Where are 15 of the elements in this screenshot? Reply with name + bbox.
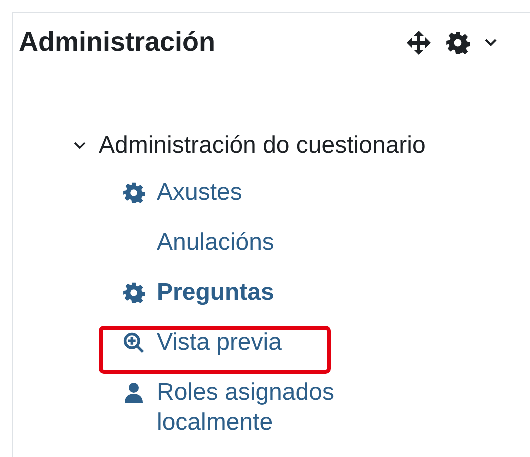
- tree-node-label[interactable]: Administración do cuestionario: [99, 132, 426, 160]
- block-title: Administración: [19, 27, 216, 58]
- settings-icon[interactable]: [446, 30, 470, 54]
- move-icon[interactable]: [406, 30, 432, 56]
- tree-link[interactable]: Vista previa: [157, 328, 282, 358]
- tree-link[interactable]: Roles asignados localmente: [157, 378, 373, 438]
- person-icon: [123, 382, 145, 404]
- gear-icon: [123, 182, 145, 204]
- gear-icon: [123, 282, 145, 304]
- tree-link[interactable]: Anulacións: [157, 228, 274, 258]
- zoom-in-icon: [123, 332, 145, 354]
- caret-icon[interactable]: [73, 140, 87, 152]
- tree-link[interactable]: Preguntas: [157, 278, 274, 308]
- caret-icon[interactable]: [484, 38, 498, 48]
- tree-link[interactable]: Axustes: [157, 178, 242, 208]
